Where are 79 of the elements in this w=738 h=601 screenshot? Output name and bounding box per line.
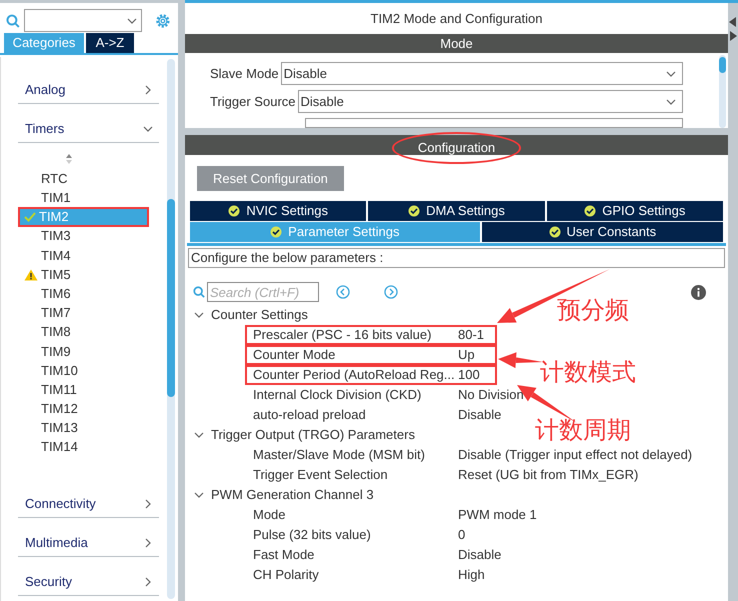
parameter-row[interactable]: Pulse (32 bits value) 0 <box>245 525 728 545</box>
dropdown-field[interactable] <box>305 118 683 128</box>
timer-list-item[interactable]: TIM3 <box>18 226 149 246</box>
settings-tab[interactable]: DMA Settings <box>368 201 545 221</box>
chevron-down-icon <box>194 430 204 440</box>
timer-list-item[interactable]: TIM14 <box>18 438 149 457</box>
previous-icon[interactable] <box>336 285 350 299</box>
check-circle-icon <box>408 205 420 217</box>
chevron-down-icon <box>194 490 204 500</box>
category-header[interactable]: Multimedia <box>18 518 159 557</box>
timer-list-item[interactable]: TIM8 <box>18 322 149 342</box>
field-label: Slave Mode <box>210 64 279 83</box>
scrollbar[interactable] <box>167 59 175 599</box>
timer-list-item[interactable]: TIM5 <box>18 264 149 284</box>
search-field[interactable]: Search (Crtl+F) <box>207 282 319 302</box>
section-header: Configuration <box>392 132 522 164</box>
parameter-row[interactable]: Fast Mode Disable <box>245 545 728 565</box>
expand-arrow-icon[interactable] <box>729 31 737 41</box>
dropdown-caret-icon <box>127 16 138 26</box>
dropdown-field[interactable]: Disable <box>280 62 683 85</box>
field-label: Trigger Source <box>210 92 296 111</box>
timer-list-item[interactable]: TIM7 <box>18 303 149 322</box>
check-circle-icon <box>584 205 596 217</box>
parameter-row[interactable]: Internal Clock Division (CKD) No Division <box>245 385 728 405</box>
timer-list-item[interactable]: TIM1 <box>18 188 149 208</box>
scrollbar-thumb[interactable] <box>167 199 175 397</box>
info-icon[interactable] <box>691 284 706 300</box>
category-header[interactable]: Timers <box>18 104 159 143</box>
check-circle-icon <box>548 226 561 238</box>
timer-list-item[interactable]: TIM4 <box>18 246 149 265</box>
annotation-label: 计数周期 <box>535 419 631 443</box>
dropdown-caret-icon <box>666 68 676 78</box>
parameter-row[interactable]: Prescaler (PSC - 16 bits value) 80-1 <box>245 325 497 345</box>
section-header: Mode <box>185 34 728 53</box>
chevron-right-icon <box>143 498 153 509</box>
chevron-down-icon <box>194 310 204 320</box>
timer-list-item[interactable]: TIM9 <box>18 342 149 361</box>
description-field: Configure the below parameters : <box>188 248 725 268</box>
parameter-row[interactable]: CH Polarity High <box>245 565 728 585</box>
parameter-row[interactable]: Trigger Event Selection Reset (UG bit from TIMx_EGR) <box>245 465 728 485</box>
timer-list-item[interactable]: TIM11 <box>18 380 149 400</box>
parameter-row[interactable]: Counter Period (AutoReload Reg... 100 <box>245 365 497 385</box>
parameter-row[interactable]: Counter Mode Up <box>245 345 497 365</box>
timer-list-item[interactable]: TIM13 <box>18 418 149 438</box>
timer-list-item[interactable]: TIM6 <box>18 284 149 304</box>
parameter-group[interactable]: Counter Settings <box>185 305 308 325</box>
category-tab[interactable]: A->Z <box>86 33 134 53</box>
collapse-arrow-icon[interactable] <box>729 17 737 27</box>
chevron-right-icon <box>143 85 153 95</box>
category-header[interactable]: Connectivity <box>18 478 159 518</box>
timer-list-item[interactable]: RTC <box>18 169 149 188</box>
dropdown-field[interactable]: Disable <box>298 90 683 113</box>
annotation-label: 预分频 <box>557 299 629 323</box>
parameter-row[interactable]: Master/Slave Mode (MSM bit) Disable (Trigger input effect not delayed) <box>245 445 728 465</box>
timer-list-item[interactable]: TIM10 <box>18 360 149 380</box>
settings-icon[interactable] <box>154 12 172 30</box>
annotation-label: 计数模式 <box>540 361 636 385</box>
scrollbar[interactable] <box>719 55 726 128</box>
search-combo-field[interactable] <box>24 9 142 32</box>
check-circle-icon <box>270 226 282 238</box>
panel-title: TIM2 Mode and Configuration <box>370 10 544 28</box>
chevron-down-icon <box>143 124 153 134</box>
parameter-group[interactable]: PWM Generation Channel 3 <box>185 485 374 505</box>
search-icon[interactable] <box>6 14 20 28</box>
timer-list-item[interactable]: TIM12 <box>18 399 149 418</box>
chevron-right-icon <box>143 538 153 548</box>
search-icon <box>193 286 205 298</box>
settings-tab[interactable]: NVIC Settings <box>190 201 366 221</box>
chevron-right-icon <box>143 576 153 587</box>
category-header[interactable]: Analog <box>18 65 159 104</box>
category-header[interactable]: Security <box>18 556 159 596</box>
check-circle-icon <box>228 205 240 217</box>
scroll-arrows-icon[interactable] <box>64 153 72 165</box>
settings-tab[interactable]: GPIO Settings <box>546 201 723 221</box>
parameter-group[interactable]: Trigger Output (TRGO) Parameters <box>185 425 415 445</box>
next-icon[interactable] <box>384 285 398 299</box>
settings-tab[interactable]: User Constants <box>482 222 723 242</box>
dropdown-caret-icon <box>666 96 676 106</box>
parameter-row[interactable]: Mode PWM mode 1 <box>245 505 728 525</box>
